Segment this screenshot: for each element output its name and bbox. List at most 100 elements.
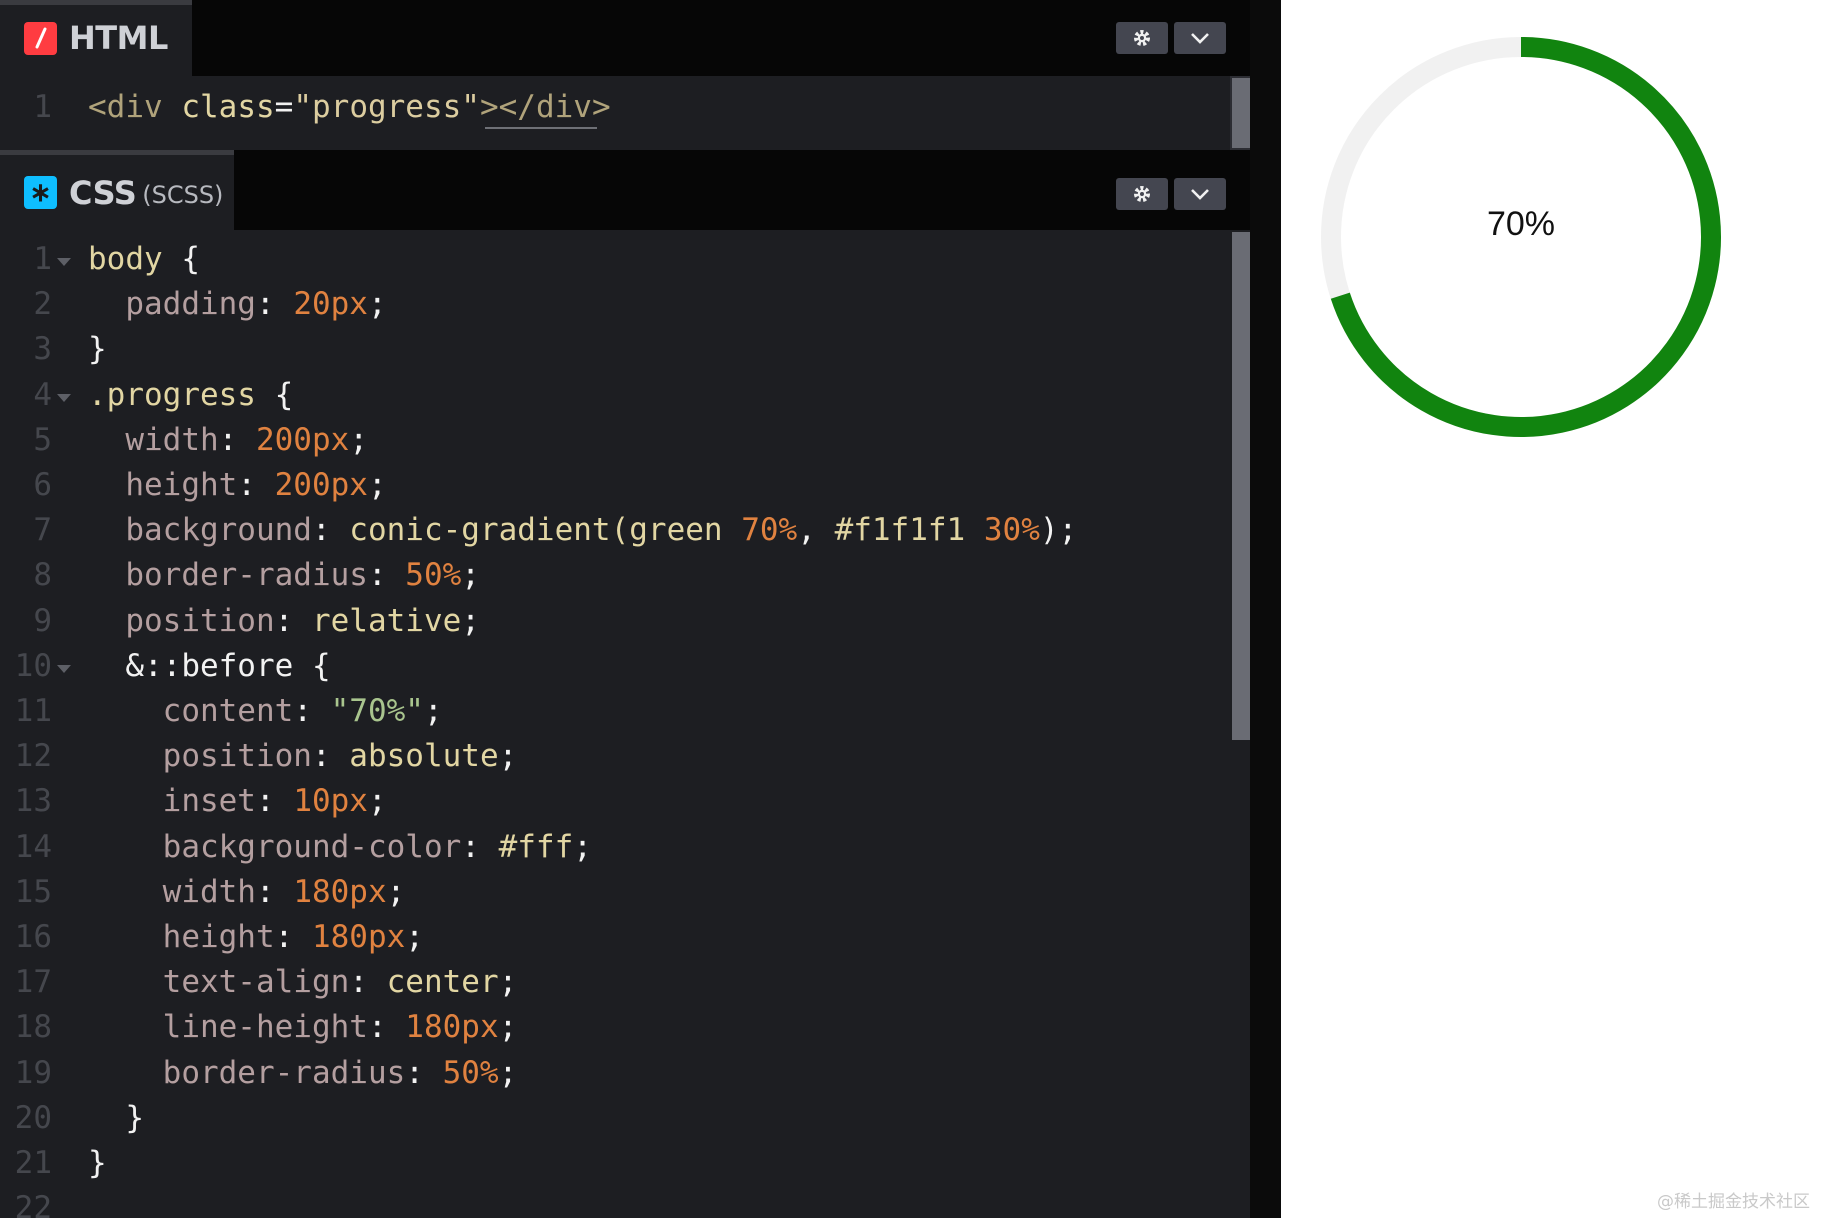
line-number: 15 [14, 873, 52, 910]
pane-divider[interactable] [1250, 0, 1281, 1218]
code-token: body [88, 241, 163, 277]
code-text: } [88, 331, 107, 367]
code-line[interactable]: 22 [0, 1190, 1230, 1218]
code-line[interactable]: 8 border-radius: 50%; [0, 557, 1230, 602]
code-token: ; [461, 602, 480, 639]
code-token: : [255, 783, 294, 820]
code-line[interactable]: 17 text-align: center; [0, 964, 1230, 1009]
code-token: } [88, 331, 107, 368]
code-token: } [88, 1099, 144, 1136]
code-token: 180px [311, 919, 406, 955]
css-collapse-button[interactable] [1174, 178, 1226, 210]
css-tab[interactable]: ∗ CSS (SCSS) [0, 150, 234, 230]
code-token: center [386, 964, 499, 1001]
html-code-area[interactable]: 1 <div class="progress"></div> [0, 76, 1250, 150]
code-token: : [274, 602, 312, 639]
code-line[interactable]: 14 background-color: #fff; [0, 829, 1230, 874]
code-text: height: 180px; [88, 919, 424, 955]
progress-label: 70% [1486, 205, 1556, 243]
code-line[interactable]: 13 inset: 10px; [0, 783, 1230, 828]
code-line[interactable]: 4 .progress { [0, 377, 1230, 422]
line-number: 18 [14, 1009, 52, 1046]
line-number: 16 [14, 919, 52, 955]
code-token: ; [405, 919, 424, 955]
code-token: inset [88, 783, 256, 820]
code-text: width: 200px; [88, 422, 368, 458]
html-tab[interactable]: HTML [0, 0, 192, 76]
code-token: "progress" [293, 89, 480, 125]
code-token: ; [498, 1009, 518, 1046]
html-collapse-button[interactable] [1174, 22, 1226, 54]
code-token: relative [311, 602, 462, 639]
line-number: 5 [33, 421, 52, 458]
code-text: &::before { [88, 648, 330, 684]
code-line[interactable]: 21} [0, 1145, 1230, 1190]
code-token: background-color [88, 828, 462, 865]
code-line[interactable]: 16 height: 180px; [0, 919, 1230, 964]
code-line[interactable]: 15 width: 180px; [0, 874, 1230, 919]
asterisk-icon: ∗ [24, 176, 57, 209]
html-scrollbar[interactable] [1230, 76, 1250, 150]
code-line[interactable]: 18 line-height: 180px; [0, 1009, 1230, 1054]
code-line[interactable]: 12 position: absolute; [0, 738, 1230, 783]
css-settings-button[interactable] [1116, 178, 1168, 210]
code-line[interactable]: 9 position: relative; [0, 603, 1230, 648]
code-token: : [349, 964, 387, 1001]
code-token: 30% [983, 512, 1040, 549]
code-token: : [293, 693, 331, 729]
code-token: width [88, 421, 219, 458]
code-token: 180px [405, 1009, 499, 1046]
code-token: <div [88, 89, 182, 125]
code-text: height: 200px; [88, 467, 386, 503]
closing-tag-underline [485, 127, 597, 129]
code-token: ; [498, 964, 518, 1001]
code-text: body { [88, 241, 200, 277]
chevron-down-icon [1191, 33, 1209, 44]
code-token: : [255, 873, 294, 910]
code-token: : [461, 828, 499, 865]
code-token: height [88, 919, 275, 955]
chevron-down-icon [1191, 189, 1209, 200]
css-code-area[interactable]: 1 body {2 padding: 20px; 3} 4 .progress {5 w… [0, 230, 1250, 1218]
code-token: ; [461, 557, 480, 594]
code-line[interactable]: 1 <div class="progress"></div> [0, 89, 1230, 134]
code-line[interactable]: 19 border-radius: 50%; [0, 1055, 1230, 1100]
code-token: 50% [405, 557, 462, 594]
code-line[interactable]: 11 content: "70%"; [0, 693, 1230, 738]
code-token: ; [573, 828, 592, 865]
code-token: "70%" [330, 693, 424, 729]
css-scrollbar[interactable] [1230, 230, 1250, 1218]
fold-arrow-icon[interactable] [57, 393, 71, 402]
code-line[interactable]: 20 } [0, 1100, 1230, 1145]
fold-arrow-icon[interactable] [57, 664, 71, 673]
code-line[interactable]: 2 padding: 20px; [0, 286, 1230, 331]
code-token: 180px [293, 873, 387, 910]
code-text: text-align: center; [88, 964, 518, 1001]
code-line[interactable]: 6 height: 200px; [0, 467, 1230, 512]
code-token: : [367, 1009, 406, 1046]
code-token: ></div> [479, 89, 611, 125]
code-token: : [311, 512, 350, 549]
code-token: : [311, 738, 350, 775]
code-token: class [181, 89, 275, 125]
code-token: { [255, 376, 294, 413]
code-line[interactable]: 7 background: conic-gradient(green 70%, … [0, 512, 1230, 557]
code-token: ; [367, 286, 387, 323]
code-token: ; [498, 1054, 518, 1091]
html-settings-button[interactable] [1116, 22, 1168, 54]
code-token: background [88, 512, 312, 549]
code-token: ; [423, 693, 443, 729]
line-number: 20 [14, 1099, 52, 1136]
code-line[interactable]: 10 &::before { [0, 648, 1230, 693]
code-token: 20px [293, 286, 368, 323]
fold-arrow-icon[interactable] [57, 258, 71, 266]
line-number: 12 [14, 738, 52, 775]
code-line[interactable]: 5 width: 200px; [0, 422, 1230, 467]
code-token: content [88, 693, 294, 729]
code-token: ; [367, 783, 387, 820]
code-line[interactable]: 3} [0, 331, 1230, 376]
code-line[interactable]: 1 body { [0, 241, 1230, 286]
code-text: border-radius: 50%; [88, 1054, 518, 1091]
code-token: ; [498, 738, 518, 775]
css-tab-subtitle: (SCSS) [142, 180, 224, 209]
